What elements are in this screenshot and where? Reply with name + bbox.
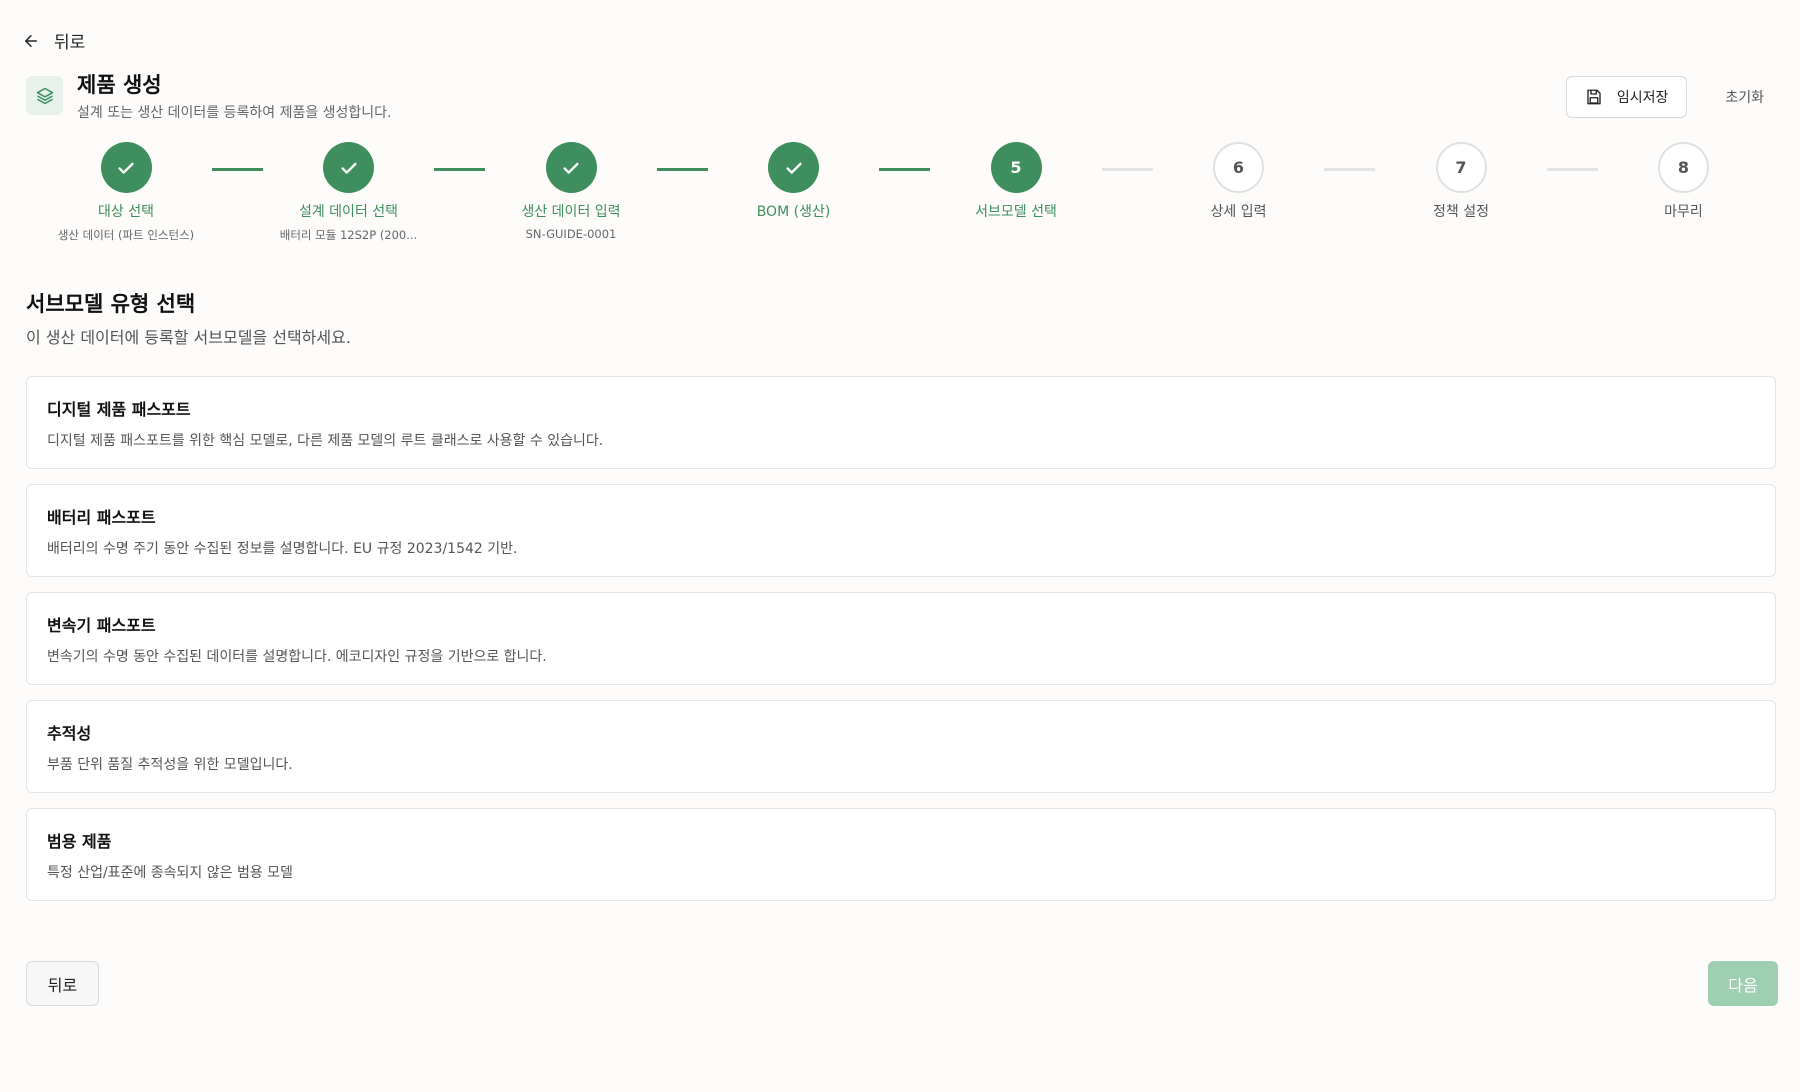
- save-draft-button[interactable]: 임시저장: [1565, 76, 1688, 118]
- step-5: 5 서브모델 선택: [916, 142, 1116, 221]
- step-6: 6 상세 입력: [1139, 142, 1339, 221]
- step-4[interactable]: BOM (생산): [694, 142, 894, 221]
- step-number: 7: [1435, 142, 1487, 193]
- header-actions: 임시저장 초기화: [1565, 76, 1778, 118]
- submodel-card-title: 범용 제품: [47, 831, 112, 851]
- step-label: 상세 입력: [1210, 204, 1267, 220]
- stepper: 대상 선택 생산 데이터 (파트 인스턴스) 설계 데이터 선택 배터리 모듈 12S…: [0, 142, 1800, 242]
- submodel-card-description: 배터리의 수명 주기 동안 수집된 정보를 설명합니다. EU 규정 2023/…: [47, 540, 518, 557]
- section-description: 이 생산 데이터에 등록할 서브모델을 선택하세요.: [26, 328, 351, 347]
- step-sublabel: 생산 데이터 (파트 인스턴스): [57, 228, 195, 242]
- submodel-card-title: 디지털 제품 패스포트: [47, 399, 191, 419]
- submodel-list: 디지털 제품 패스포트 디지털 제품 패스포트를 위한 핵심 모델로, 다른 제…: [26, 376, 1776, 916]
- submodel-card-description: 변속기의 수명 동안 수집된 데이터를 설명합니다. 에코디자인 규정을 기반으…: [47, 648, 547, 665]
- step-sublabel: 배터리 모듈 12S2P (200...: [279, 228, 418, 242]
- check-icon: [100, 142, 152, 193]
- step-7: 7 정책 설정: [1361, 142, 1561, 221]
- submodel-card-transmission-passport[interactable]: 변속기 패스포트 변속기의 수명 동안 수집된 데이터를 설명합니다. 에코디자…: [26, 592, 1776, 685]
- page-title: 제품 생성: [77, 73, 162, 97]
- submodel-card-battery-passport[interactable]: 배터리 패스포트 배터리의 수명 주기 동안 수집된 정보를 설명합니다. EU…: [26, 484, 1776, 577]
- step-label: 정책 설정: [1433, 204, 1489, 220]
- step-label: BOM (생산): [756, 204, 831, 220]
- step-number: 5: [990, 142, 1042, 193]
- step-label: 마무리: [1664, 204, 1703, 220]
- submodel-card-description: 디지털 제품 패스포트를 위한 핵심 모델로, 다른 제품 모델의 루트 클래스…: [47, 432, 604, 449]
- layers-icon: [26, 76, 63, 115]
- submodel-card-description: 특정 산업/표준에 종속되지 않은 범용 모델: [47, 864, 293, 881]
- step-1[interactable]: 대상 선택생산 데이터 (파트 인스턴스): [26, 142, 226, 243]
- submodel-card-title: 추적성: [47, 723, 92, 743]
- back-link-label: 뒤로: [54, 33, 86, 53]
- submodel-card-traceability[interactable]: 추적성 부품 단위 품질 추적성을 위한 모델입니다.: [26, 700, 1776, 793]
- page-header: 제품 생성 설계 또는 생산 데이터를 등록하여 제품을 생성합니다. 임시저장…: [26, 72, 1778, 122]
- step-label: 설계 데이터 선택: [298, 204, 399, 220]
- next-button[interactable]: 다음: [1708, 961, 1778, 1006]
- check-icon: [768, 142, 819, 193]
- header-left: 제품 생성 설계 또는 생산 데이터를 등록하여 제품을 생성합니다.: [26, 72, 392, 122]
- submodel-card-generic-product[interactable]: 범용 제품 특정 산업/표준에 종속되지 않은 범용 모델: [26, 808, 1776, 901]
- step-2[interactable]: 설계 데이터 선택배터리 모듈 12S2P (200...: [249, 142, 449, 243]
- step-number: 6: [1213, 142, 1264, 193]
- step-number: 8: [1658, 142, 1709, 193]
- page-subtitle: 설계 또는 생산 데이터를 등록하여 제품을 생성합니다.: [77, 105, 392, 121]
- save-icon: [1587, 89, 1601, 105]
- reset-button[interactable]: 초기화: [1711, 87, 1778, 107]
- check-icon: [323, 142, 374, 193]
- arrow-left-icon: [25, 34, 37, 47]
- step-3[interactable]: 생산 데이터 입력 SN-GUIDE-0001: [471, 142, 671, 241]
- back-link[interactable]: 뒤로: [22, 28, 85, 53]
- submodel-card-title: 변속기 패스포트: [47, 615, 156, 635]
- check-icon: [545, 142, 597, 193]
- step-label: 생산 데이터 입력: [521, 204, 621, 220]
- step-label: 서브모델 선택: [975, 204, 1057, 220]
- submodel-card-title: 배터리 패스포트: [47, 507, 156, 527]
- submodel-card-description: 부품 단위 품질 추적성을 위한 모델입니다.: [47, 756, 293, 773]
- step-8: 8 마무리: [1584, 142, 1784, 221]
- step-label: 대상 선택: [98, 204, 154, 220]
- footer-back-button[interactable]: 뒤로: [26, 961, 99, 1006]
- submodel-card-digital-product-passport[interactable]: 디지털 제품 패스포트 디지털 제품 패스포트를 위한 핵심 모델로, 다른 제…: [26, 376, 1776, 469]
- save-draft-label: 임시저장: [1616, 90, 1669, 106]
- section-title: 서브모델 유형 선택: [26, 292, 196, 316]
- step-sublabel: SN-GUIDE-0001: [525, 227, 617, 241]
